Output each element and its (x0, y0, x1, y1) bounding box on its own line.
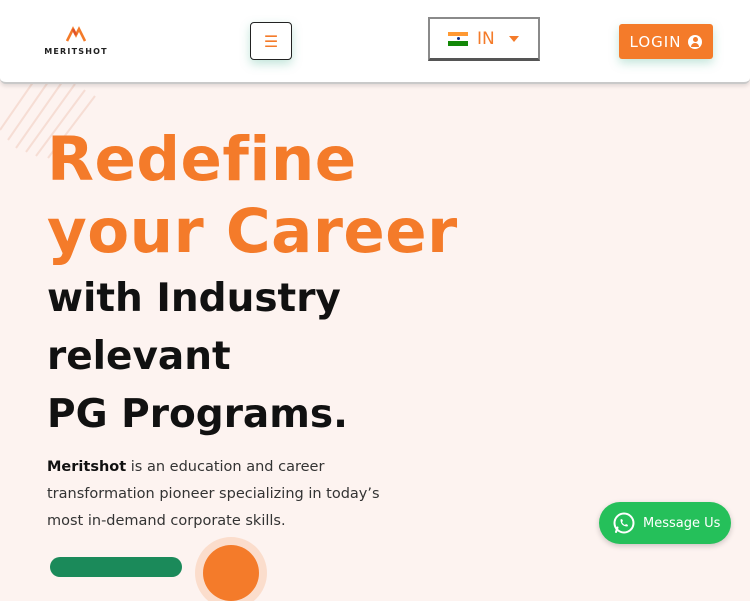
hamburger-icon: ☰ (263, 31, 279, 51)
login-label: LOGIN (629, 32, 682, 51)
login-button[interactable]: LOGIN (619, 24, 713, 59)
whatsapp-message-button[interactable]: Message Us (599, 502, 731, 544)
brand-name: Meritshot (47, 459, 127, 475)
subheadline-line-1: with Industry (47, 276, 341, 321)
whatsapp-label: Message Us (643, 515, 721, 531)
country-selector[interactable]: IN (428, 17, 540, 61)
menu-button[interactable]: ☰ (250, 22, 292, 60)
subheadline-line-3: PG Programs. (47, 392, 348, 437)
hero-section: Redefine your Career with Industry relev… (47, 124, 458, 444)
chevron-down-icon (508, 35, 519, 42)
headline-line-1: Redefine (47, 124, 357, 195)
hero-description: Meritshot is an education and career tra… (47, 454, 407, 535)
logo-mark-icon (66, 26, 86, 42)
whatsapp-icon (613, 512, 635, 534)
country-code: IN (477, 28, 495, 49)
meritshot-logo[interactable]: MERITSHOT (40, 26, 112, 58)
description-line-3: most in-demand corporate skills. (47, 513, 286, 529)
play-button[interactable] (203, 545, 259, 601)
site-header: MERITSHOT ☰ IN LOGIN (0, 0, 750, 84)
india-flag-icon (448, 31, 468, 46)
cta-button[interactable] (50, 557, 182, 577)
user-circle-icon (688, 34, 703, 49)
subheadline-line-2: relevant (47, 334, 231, 379)
logo-text: MERITSHOT (44, 47, 108, 56)
description-line-1: is an education and career (126, 459, 325, 475)
description-line-2: transformation pioneer specializing in t… (47, 486, 380, 502)
headline-line-2: your Career (47, 196, 458, 267)
